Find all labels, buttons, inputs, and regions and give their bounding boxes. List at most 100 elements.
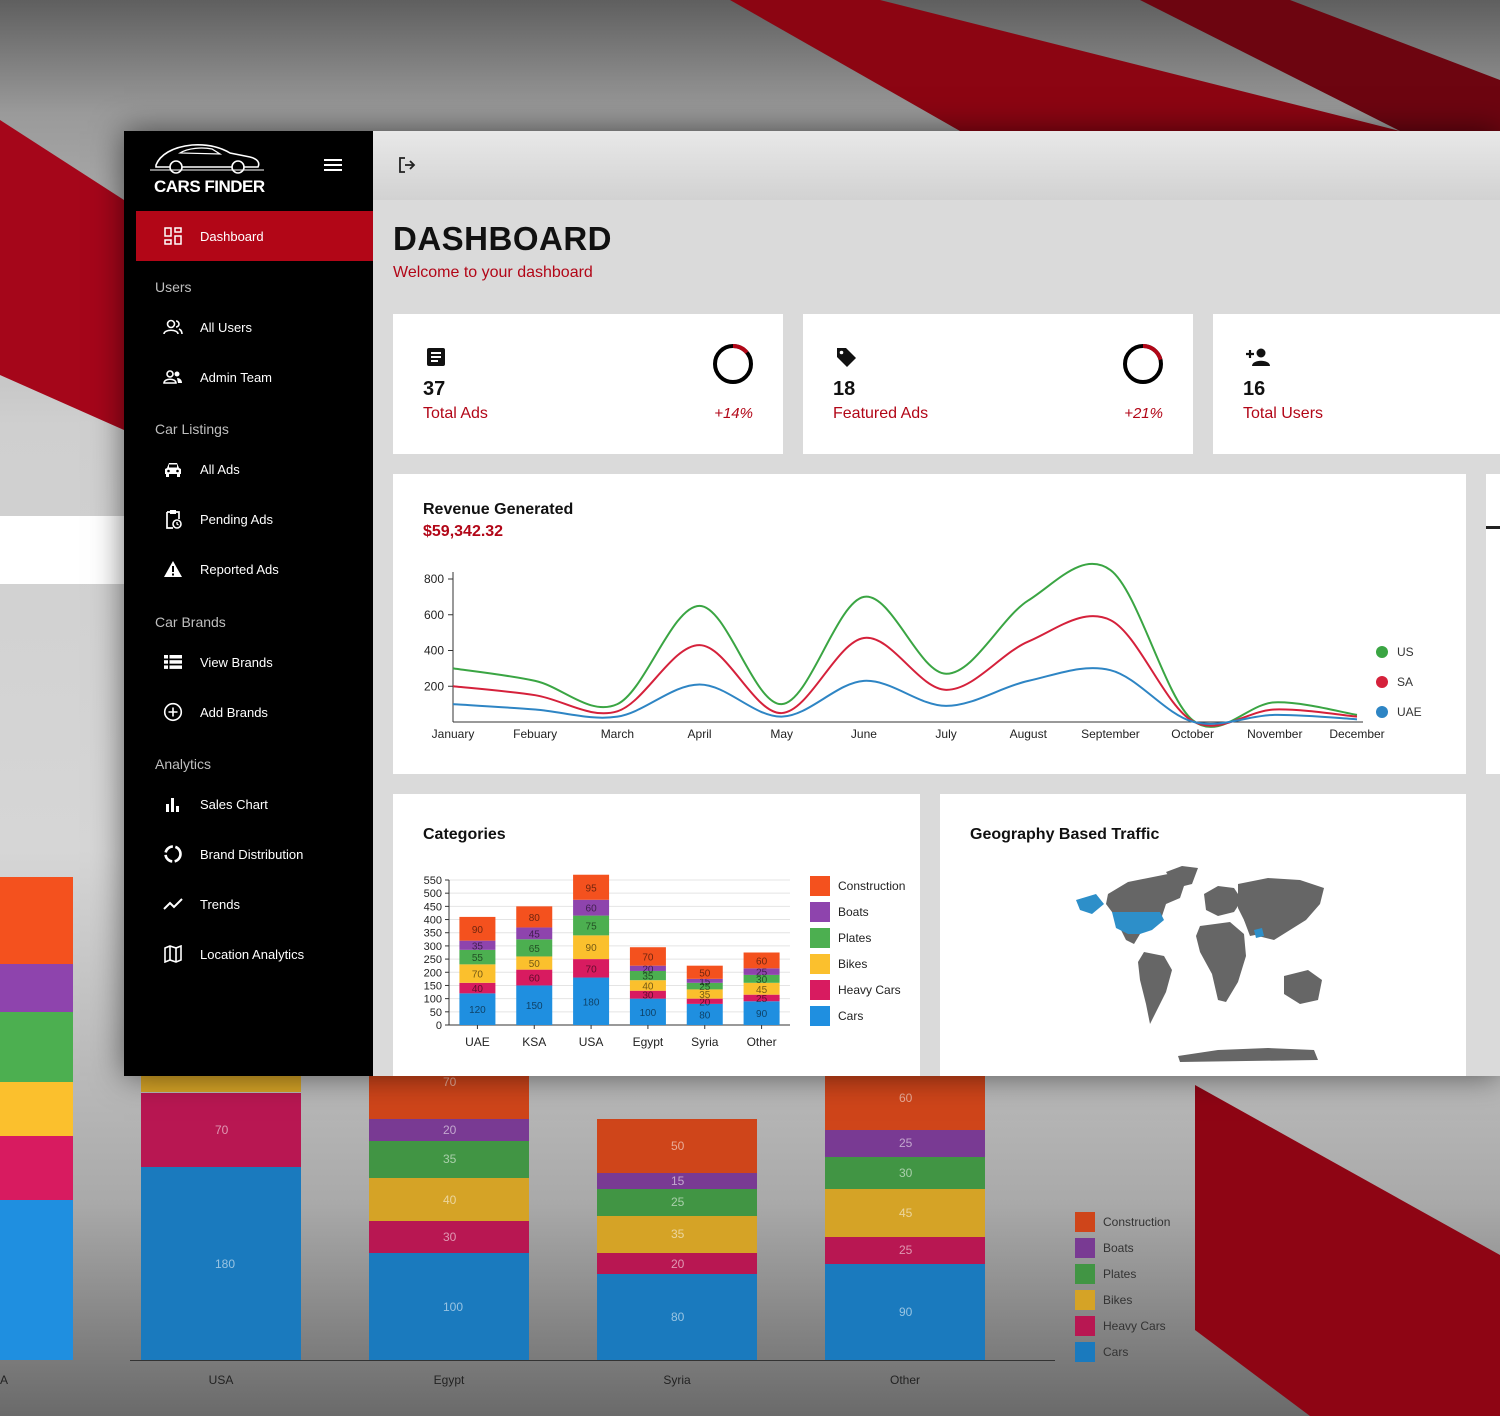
add-circle-icon (163, 702, 183, 722)
y-tick-label: 200 (424, 679, 444, 693)
background-legend-item: Bikes (1075, 1290, 1132, 1310)
sidebar-section-car-brands: Car Brands (155, 614, 226, 630)
list-icon (163, 652, 183, 672)
bar-chart-icon (163, 794, 183, 814)
stat-label: Featured Ads (833, 405, 929, 422)
background-x-tick-label: USA (208, 1373, 234, 1387)
sidebar-item-label: Trends (200, 896, 240, 912)
background-bar-segment (0, 1136, 73, 1200)
bar-value-label: 95 (586, 883, 598, 894)
background-bar-segment (0, 1200, 73, 1360)
logout-button[interactable] (397, 155, 417, 175)
stat-label: Total Users (1243, 405, 1324, 422)
map-region-alaska (1076, 894, 1104, 914)
y-tick-label: 550 (424, 875, 442, 887)
logout-icon (399, 157, 416, 173)
background-bar-value: 20 (671, 1256, 685, 1271)
sidebar-section-car-listings: Car Listings (155, 421, 229, 437)
background-bar-value: 70 (215, 1122, 229, 1137)
legend-swatch (810, 902, 830, 922)
background-bar-value: 80 (671, 1310, 685, 1325)
page-title: DASHBOARD (393, 220, 612, 257)
sidebar-item-label: All Users (200, 319, 253, 335)
bar-value-label: 80 (529, 913, 541, 924)
sidebar-item-location-analytics[interactable]: Location Analytics (136, 929, 373, 979)
bar-value-label: 150 (526, 1001, 543, 1012)
x-tick-label: October (1171, 727, 1214, 741)
legend-label: SA (1397, 675, 1413, 689)
sidebar-item-sales-chart[interactable]: Sales Chart (136, 779, 373, 829)
bar-value-label: 100 (640, 1008, 657, 1019)
sidebar-item-brand-distribution[interactable]: Brand Distribution (136, 829, 373, 879)
bar-value-label: 120 (469, 1005, 486, 1016)
menu-toggle-button[interactable] (324, 159, 342, 173)
legend-swatch (810, 1006, 830, 1026)
background-bar-value: 20 (443, 1122, 457, 1137)
bar-value-label: 60 (756, 956, 768, 967)
legend-swatch (810, 980, 830, 1000)
sidebar-item-label: Sales Chart (200, 796, 268, 812)
background-bar-value: 25 (671, 1195, 685, 1210)
progress-ring (713, 344, 753, 384)
y-tick-label: 0 (436, 1020, 442, 1032)
background-x-tick-label: Other (889, 1373, 921, 1387)
background-card (0, 516, 124, 584)
background-bar-value: 30 (443, 1229, 457, 1244)
article-icon (425, 346, 447, 368)
tag-icon (835, 346, 857, 368)
legend-swatch (810, 928, 830, 948)
x-tick-label: Febuary (513, 727, 557, 741)
bar-value-label: 75 (586, 921, 598, 932)
sidebar-item-all-users[interactable]: All Users (136, 302, 373, 352)
stat-card-total-ads: 37 Total Ads +14% (393, 314, 783, 454)
sidebar-item-reported-ads[interactable]: Reported Ads (136, 544, 373, 594)
trending-icon (163, 894, 183, 914)
background-legend-swatch (1075, 1342, 1095, 1362)
background-legend-label: Heavy Cars (1103, 1319, 1166, 1333)
x-tick-label: July (935, 727, 956, 741)
geography-title: Geography Based Traffic (970, 826, 1160, 843)
legend-swatch (810, 954, 830, 974)
warning-icon (163, 559, 183, 579)
background-x-tick-label: Egypt (433, 1373, 465, 1387)
bar-value-label: 90 (472, 925, 484, 936)
sidebar-item-dashboard[interactable]: Dashboard (136, 211, 373, 261)
sidebar-item-view-brands[interactable]: View Brands (136, 637, 373, 687)
background-legend-label: Plates (1103, 1267, 1137, 1281)
background-x-tick-label: Syria (663, 1373, 691, 1387)
y-tick-label: 350 (424, 928, 442, 940)
legend-label: US (1397, 645, 1414, 659)
sidebar-item-all-ads[interactable]: All Ads (136, 444, 373, 494)
stat-value: 16 (1243, 378, 1266, 400)
bar-value-label: 50 (699, 968, 711, 979)
bar-value-label: 60 (529, 974, 541, 985)
sidebar-item-label: Reported Ads (200, 561, 279, 577)
bar-value-label: 90 (756, 1009, 768, 1020)
page-subtitle: Welcome to your dashboard (393, 264, 593, 281)
map-region-usa (1112, 912, 1164, 934)
background-bar-value: 45 (899, 1205, 913, 1220)
y-tick-label: 400 (424, 644, 444, 658)
background-bar-value: 35 (671, 1227, 685, 1242)
background-bar-value: 30 (899, 1165, 913, 1180)
y-tick-label: 800 (424, 572, 444, 586)
legend-marker (1376, 676, 1388, 688)
x-tick-label: May (770, 727, 793, 741)
revenue-line-chart: 200 400 600 800 January Febuary March April May J… (424, 563, 1422, 741)
map-region-africa (1196, 922, 1246, 1002)
background-bar-segment (0, 964, 73, 1012)
sidebar: CARS FINDER Dashboard Users All Users Ad… (124, 131, 373, 1076)
x-tick-label: November (1247, 727, 1302, 741)
sidebar-item-label: Location Analytics (200, 946, 305, 962)
sidebar-item-add-brands[interactable]: Add Brands (136, 687, 373, 737)
background-legend-swatch (1075, 1238, 1095, 1258)
x-tick-label: August (1010, 727, 1048, 741)
sidebar-item-label: Add Brands (200, 704, 268, 720)
y-tick-label: 150 (424, 980, 442, 992)
stat-card-featured-ads: 18 Featured Ads +21% (803, 314, 1193, 454)
sidebar-item-trends[interactable]: Trends (136, 879, 373, 929)
background-bar-value: 25 (899, 1136, 913, 1151)
background-legend-swatch (1075, 1290, 1095, 1310)
sidebar-item-pending-ads[interactable]: Pending Ads (136, 494, 373, 544)
sidebar-item-admin-team[interactable]: Admin Team (136, 352, 373, 402)
